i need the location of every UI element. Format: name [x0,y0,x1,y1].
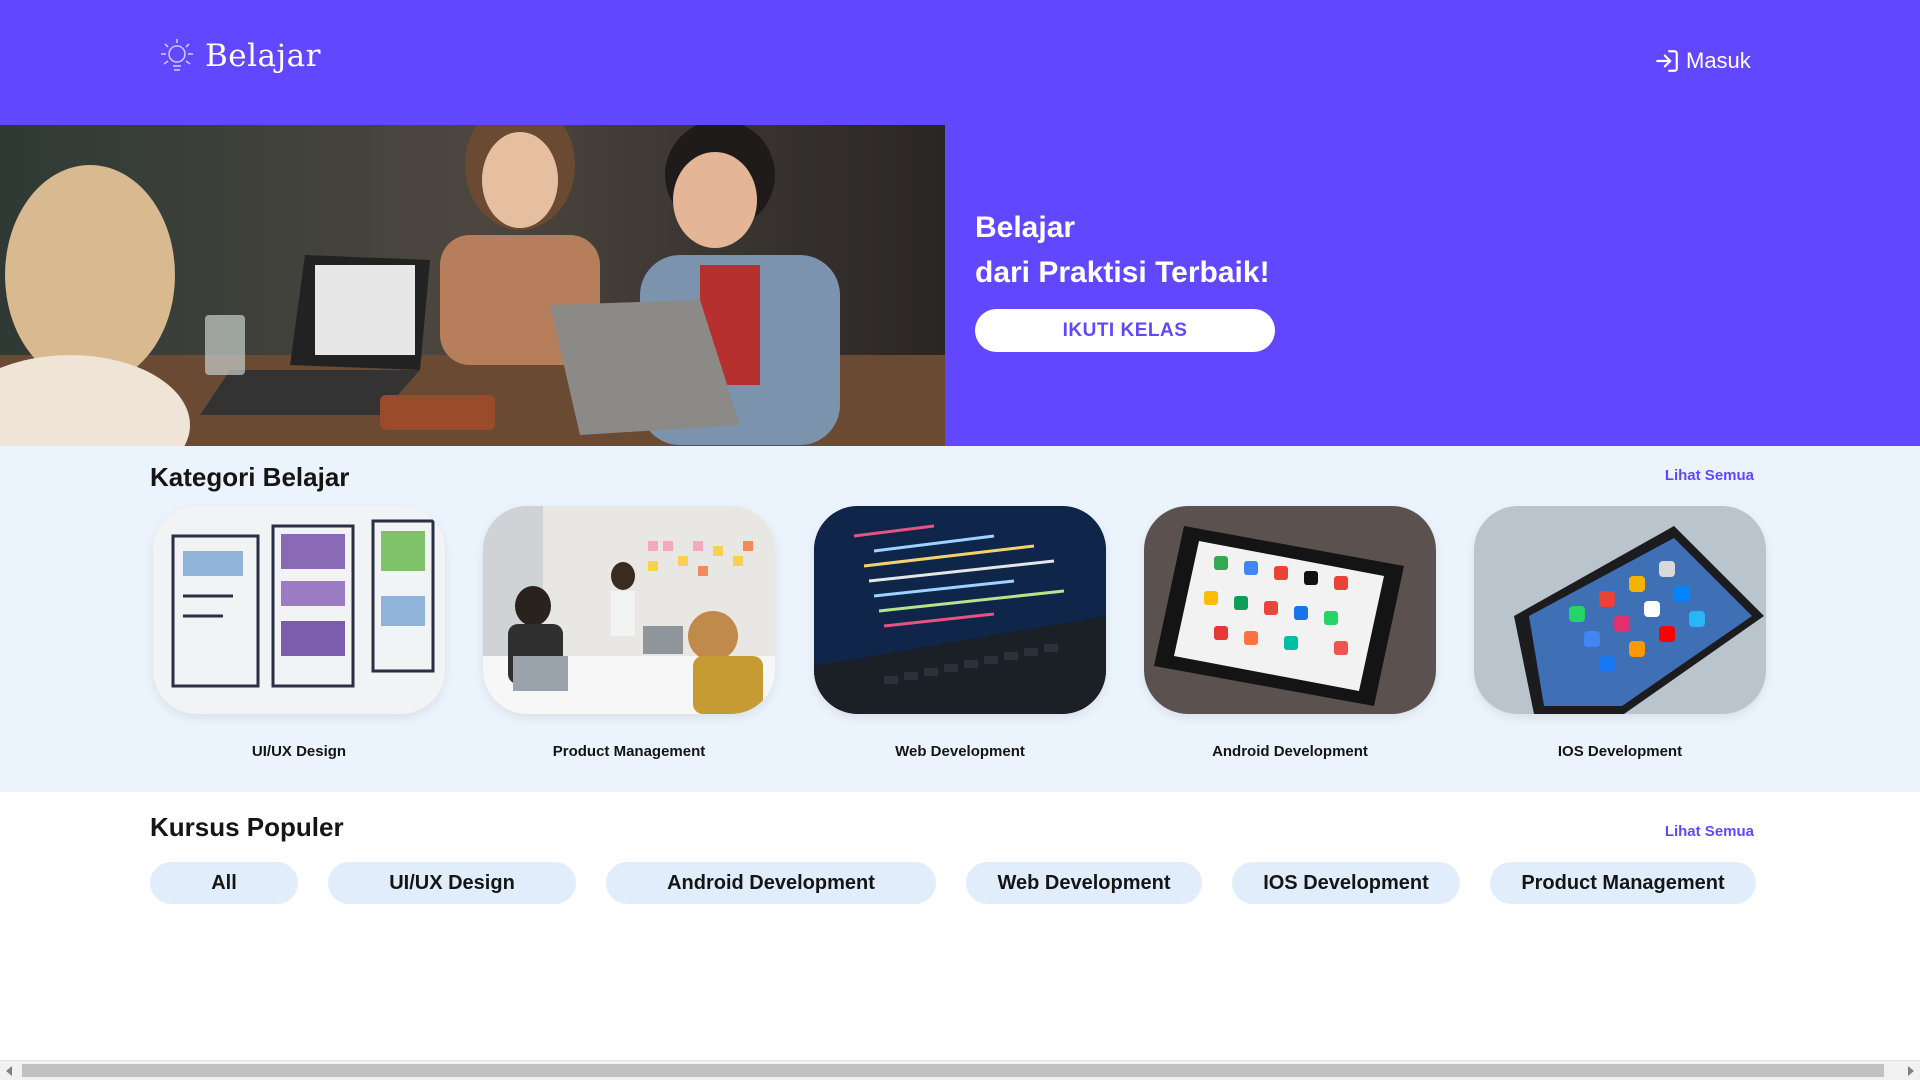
team-meeting-photo [483,506,775,714]
filter-chip-android[interactable]: Android Development [606,862,936,904]
course-filter-chips: All UI/UX Design Android Development Web… [150,862,1756,904]
scrollbar-thumb[interactable] [22,1064,1884,1077]
horizontal-scrollbar[interactable] [0,1060,1920,1080]
brand-logo[interactable]: Belajar [157,36,321,76]
students-with-laptops-photo [0,125,945,446]
code-on-laptop-photo [814,506,1106,714]
android-phone-photo [1144,506,1436,714]
category-label: Android Development [1212,743,1368,760]
top-navbar: Belajar Masuk [0,0,1920,125]
login-label: Masuk [1686,48,1751,73]
category-card-uiux[interactable]: UI/UX Design [153,506,445,760]
popular-courses-section: Kursus Populer Lihat Semua All UI/UX Des… [0,792,1920,1060]
filter-chip-ios[interactable]: IOS Development [1232,862,1460,904]
join-class-button[interactable]: IKUTI KELAS [975,309,1275,352]
category-card-product-management[interactable]: Product Management [483,506,775,760]
filter-chip-product-management[interactable]: Product Management [1490,862,1756,904]
popular-section-title: Kursus Populer [150,812,344,842]
category-label: IOS Development [1557,743,1683,760]
filter-chip-web[interactable]: Web Development [966,862,1202,904]
scroll-right-arrow-icon[interactable] [1908,1066,1914,1076]
brand-name: Belajar [205,38,321,74]
hero-headline-line1: Belajar [975,211,1076,244]
hero-headline: Belajar dari Praktisi Terbaik! [975,205,1270,295]
category-label: Web Development [895,743,1025,760]
wireframe-sketch-photo [153,506,445,714]
scroll-left-arrow-icon[interactable] [6,1066,12,1076]
hero-headline-line2: dari Praktisi Terbaik! [975,256,1270,289]
hero-banner: Belajar dari Praktisi Terbaik! IKUTI KEL… [0,125,1920,446]
category-see-all-link[interactable]: Lihat Semua [1665,467,1754,484]
lightbulb-logo-icon [161,39,193,71]
filter-chip-uiux[interactable]: UI/UX Design [328,862,576,904]
popular-see-all-link[interactable]: Lihat Semua [1665,823,1754,840]
filter-chip-all[interactable]: All [150,862,298,904]
category-card-android-development[interactable]: Android Development [1144,506,1436,760]
login-button[interactable]: Masuk [1654,48,1751,74]
category-label: UI/UX Design [251,743,347,760]
sign-in-icon [1656,50,1678,72]
category-card-web-development[interactable]: Web Development [814,506,1106,760]
category-section: Kategori Belajar Lihat Semua UI/UX Desig… [0,446,1920,792]
iphone-homescreen-photo [1474,506,1766,714]
category-label: Product Management [552,743,706,760]
category-card-ios-development[interactable]: IOS Development [1474,506,1766,760]
category-section-title: Kategori Belajar [150,462,350,492]
